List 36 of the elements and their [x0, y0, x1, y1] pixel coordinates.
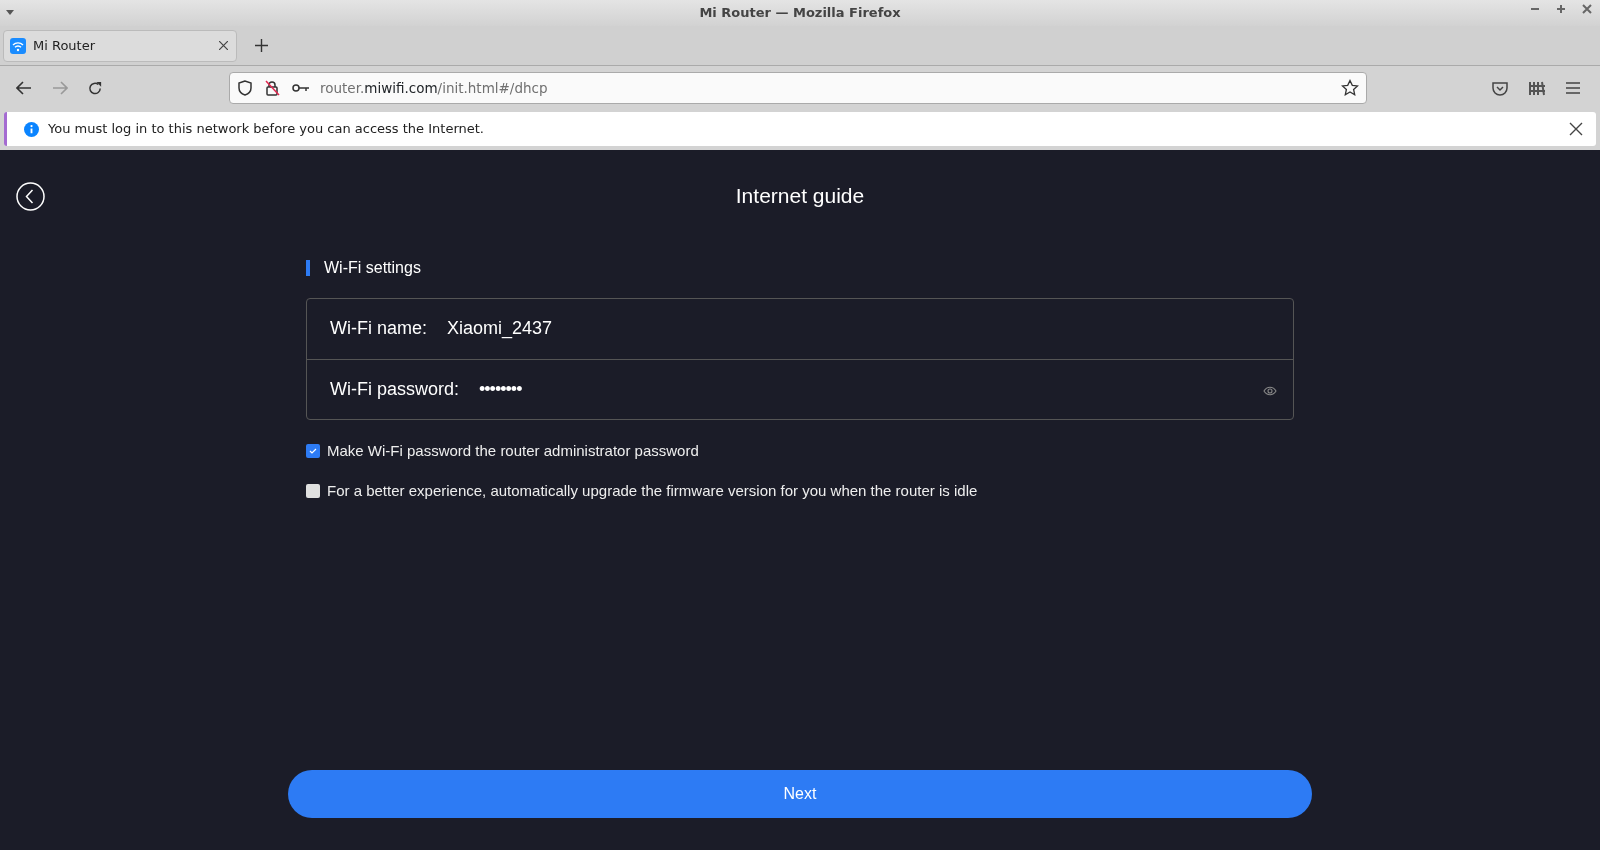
notification-text: You must log in to this network before you can access the Internet. [48, 120, 484, 139]
tab-label: Mi Router [33, 36, 96, 55]
crossed-lock-icon[interactable] [264, 80, 280, 96]
reload-icon[interactable] [88, 80, 103, 96]
shield-icon[interactable] [238, 80, 252, 96]
section-heading: Wi-Fi settings [324, 258, 421, 276]
checkbox[interactable] [306, 484, 320, 499]
close-icon[interactable] [1569, 122, 1583, 136]
pocket-icon[interactable] [1492, 80, 1508, 96]
input-field[interactable]: •••••••• [479, 375, 1263, 403]
star-icon[interactable] [1341, 79, 1359, 97]
wifi-icon [10, 37, 26, 54]
close-icon[interactable] [1582, 4, 1592, 14]
field-label: Wi-Fi name: [330, 317, 427, 340]
info-icon [24, 121, 39, 137]
url-text[interactable]: router.miwifi.com/init.html#/dhcp [320, 77, 548, 99]
dropdown-arrow-icon[interactable] [6, 10, 14, 15]
option-label: Make Wi-Fi password the router administrator password [327, 440, 699, 461]
checkmark-icon [309, 447, 317, 454]
browser-tab[interactable]: Mi Router [3, 29, 237, 62]
input-field[interactable]: Xiaomi_2437 [447, 315, 1270, 342]
page-title: Internet guide [735, 184, 865, 207]
window-title: Mi Router — Mozilla Firefox [699, 4, 901, 23]
back-icon[interactable] [16, 81, 32, 95]
maximize-icon[interactable] [1556, 4, 1566, 14]
option-label: For a better experience, automatically upgrade the firmware version for you when the router is idle [327, 481, 978, 501]
key-icon[interactable] [292, 83, 310, 93]
menu-icon[interactable] [1566, 82, 1580, 94]
new-tab-icon[interactable] [255, 39, 268, 52]
next-button[interactable]: Next [288, 770, 1312, 818]
library-icon[interactable] [1528, 80, 1546, 96]
checkbox[interactable] [306, 443, 320, 458]
back-circle-icon[interactable] [16, 182, 45, 211]
eye-icon[interactable] [1263, 385, 1277, 396]
field-label: Wi-Fi password: [330, 377, 459, 401]
close-icon[interactable] [219, 41, 228, 50]
